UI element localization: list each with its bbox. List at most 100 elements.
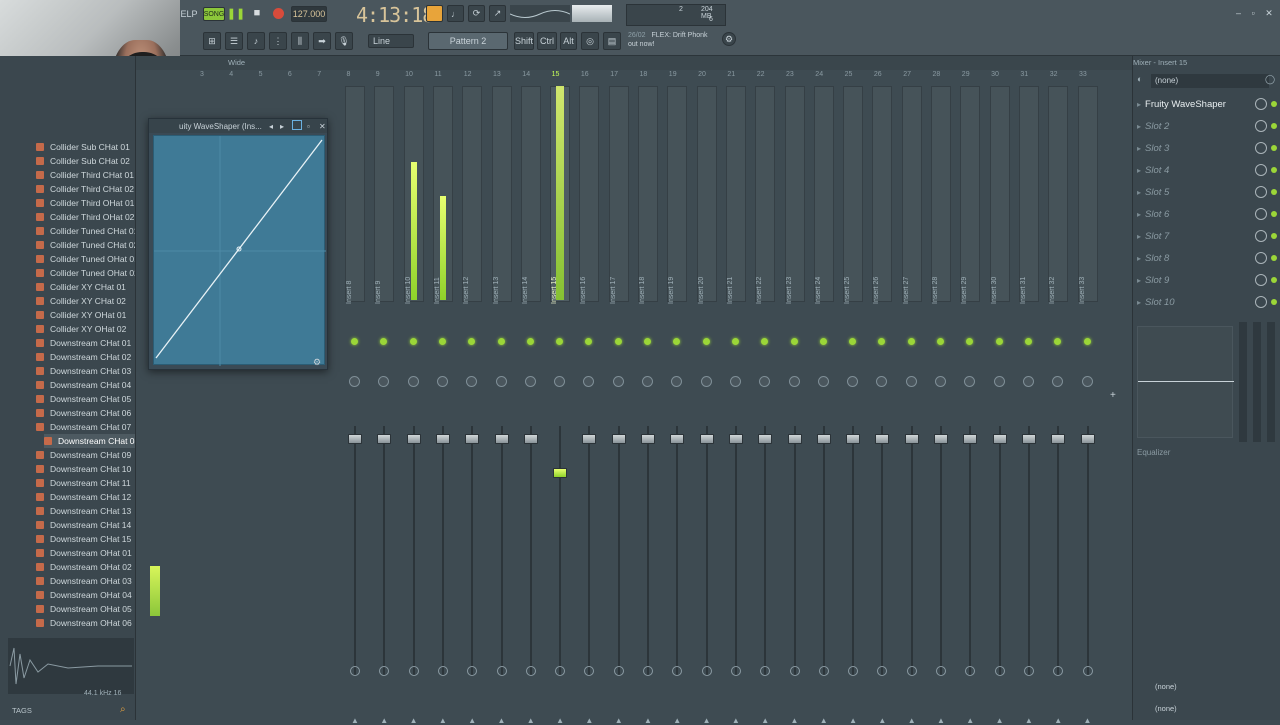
slot-mix-knob[interactable] — [1255, 208, 1267, 220]
send-knob[interactable] — [408, 666, 419, 676]
volume-fader[interactable] — [670, 434, 685, 444]
mute-led[interactable] — [849, 338, 857, 345]
close-icon[interactable]: ✕ — [1265, 8, 1273, 18]
send-knob[interactable] — [584, 666, 595, 676]
route-arrow-icon[interactable]: ▲ — [527, 716, 535, 725]
pan-knob[interactable] — [466, 376, 478, 387]
route-arrow-icon[interactable]: ▲ — [732, 716, 740, 725]
slot-enable-led[interactable] — [1271, 277, 1277, 283]
slot-enable-led[interactable] — [1271, 255, 1277, 261]
volume-fader[interactable] — [758, 434, 773, 444]
route-arrow-icon[interactable]: ▲ — [1025, 716, 1033, 725]
effect-slot[interactable]: ▸ Fruity WaveShaper — [1137, 94, 1277, 114]
browser-item[interactable]: Downstream CHat 07 — [36, 420, 135, 434]
send-knob[interactable] — [672, 666, 683, 676]
effect-slot[interactable]: ▸ Slot 7 — [1137, 226, 1277, 246]
pan-knob[interactable] — [349, 376, 360, 387]
browser-item[interactable]: Collider XY CHat 01 — [36, 280, 135, 294]
song-mode-toggle[interactable]: SONG — [203, 7, 225, 21]
route-arrow-icon[interactable]: ▲ — [410, 716, 418, 725]
volume-fader[interactable] — [904, 434, 919, 444]
browser-item[interactable]: Collider Third CHat 01 — [36, 168, 135, 182]
play-button[interactable]: ❚❚ — [227, 5, 245, 21]
mixer-strip[interactable]: Insert 22 ▲ — [752, 86, 778, 725]
settings-gear-icon[interactable]: ⚙ — [313, 357, 321, 368]
mute-led[interactable] — [351, 338, 358, 345]
send-knob[interactable] — [906, 666, 917, 676]
slot-mix-knob[interactable] — [1255, 142, 1267, 154]
mixer-strip[interactable]: Insert 27 ▲ — [899, 86, 925, 725]
restore-icon[interactable]: ▫ — [1252, 8, 1255, 18]
effect-slot[interactable]: ▸ Slot 10 — [1137, 292, 1277, 312]
mixer-strip[interactable]: Insert 32 ▲ — [1045, 86, 1071, 725]
mute-led[interactable] — [907, 338, 915, 345]
mixer-view-label[interactable]: Wide — [228, 58, 245, 67]
mute-led[interactable] — [937, 338, 944, 345]
slot-mix-knob[interactable] — [1255, 164, 1267, 176]
volume-fader[interactable] — [494, 434, 509, 444]
route-arrow-icon[interactable]: ▲ — [937, 716, 945, 725]
volume-fader[interactable] — [465, 434, 480, 444]
mute-led[interactable] — [673, 338, 681, 345]
volume-fader[interactable] — [1080, 434, 1095, 444]
mixer-strip[interactable]: Insert 18 ▲ — [635, 86, 661, 725]
mute-led[interactable] — [438, 338, 446, 345]
prev-preset-icon[interactable]: ◂ — [269, 122, 273, 131]
master-volume-slider[interactable] — [572, 5, 612, 22]
mute-led[interactable] — [761, 338, 769, 345]
browser-item[interactable]: Collider Tuned OHat 01 — [36, 252, 135, 266]
slot-enable-led[interactable] — [1271, 233, 1277, 239]
tags-label[interactable]: TAGS — [12, 706, 32, 715]
pan-knob[interactable] — [817, 376, 829, 387]
mute-led[interactable] — [526, 338, 534, 345]
effect-slot[interactable]: ▸ Slot 2 — [1137, 116, 1277, 136]
volume-fader[interactable] — [963, 434, 978, 444]
pan-knob[interactable] — [993, 376, 1005, 387]
mixer-strip[interactable]: Insert 8 ▲ — [342, 86, 368, 725]
pan-knob[interactable] — [729, 376, 741, 387]
pan-knob[interactable] — [964, 376, 976, 387]
slot-arrow-icon[interactable]: ▸ — [1137, 210, 1141, 219]
browser-item[interactable]: Collider Tuned CHat 02 — [36, 238, 135, 252]
browser-item[interactable]: Downstream OHat 04 — [36, 588, 135, 602]
send-knob[interactable] — [994, 666, 1005, 676]
mixer-strip[interactable]: Insert 24 ▲ — [811, 86, 837, 725]
slot-mix-knob[interactable] — [1255, 186, 1267, 198]
send-knob[interactable] — [760, 666, 771, 676]
send-knob[interactable] — [555, 666, 566, 676]
browser-item[interactable]: Collider XY OHat 01 — [36, 308, 135, 322]
route-arrow-icon[interactable]: ▲ — [791, 716, 799, 725]
pan-knob[interactable] — [1022, 376, 1034, 387]
route-arrow-icon[interactable]: ▲ — [351, 716, 359, 725]
browser-item[interactable]: Collider XY CHat 02 — [36, 294, 135, 308]
pattern-selector[interactable]: Pattern 2 — [428, 32, 508, 50]
browser-item[interactable]: Downstream OHat 06 — [36, 616, 135, 630]
slot-mix-knob[interactable] — [1255, 252, 1267, 264]
mixer-strip[interactable]: Insert 26 ▲ — [869, 86, 895, 725]
line-mode-select[interactable]: Line — [368, 34, 414, 48]
pan-knob[interactable] — [583, 376, 595, 387]
route-arrow-icon[interactable]: ▲ — [703, 716, 711, 725]
browser-item[interactable]: Downstream CHat 13 — [36, 504, 135, 518]
slot-enable-led[interactable] — [1271, 145, 1277, 151]
online-icon[interactable]: ⚙ — [722, 32, 736, 46]
browser-item[interactable]: Downstream CHat 05 — [36, 392, 135, 406]
send-knob[interactable] — [1053, 666, 1064, 676]
volume-fader[interactable] — [1051, 434, 1066, 444]
mixer-strip[interactable]: Insert 12 ▲ — [459, 86, 485, 725]
mixer-strip[interactable]: Insert 14 ▲ — [518, 86, 544, 725]
mixer-strip[interactable]: Insert 23 ▲ — [782, 86, 808, 725]
mute-led[interactable] — [380, 338, 388, 345]
slot-arrow-icon[interactable]: ▸ — [1137, 254, 1141, 263]
pattern-mode-icon[interactable] — [426, 5, 443, 22]
slot-arrow-icon[interactable]: ▸ — [1137, 276, 1141, 285]
send-knob[interactable] — [525, 666, 536, 676]
browser-item[interactable]: Downstream OHat 05 — [36, 602, 135, 616]
eq-graph[interactable] — [1137, 326, 1234, 438]
browser-item[interactable]: Downstream OHat 02 — [36, 560, 135, 574]
volume-fader[interactable] — [553, 468, 568, 478]
typing-keyboard-icon[interactable]: ◎ — [581, 32, 599, 50]
browser-item[interactable]: Downstream CHat 12 — [36, 490, 135, 504]
browser-item[interactable]: Collider Tuned CHat 01 — [36, 224, 135, 238]
add-insert-icon[interactable]: + — [1110, 390, 1116, 401]
